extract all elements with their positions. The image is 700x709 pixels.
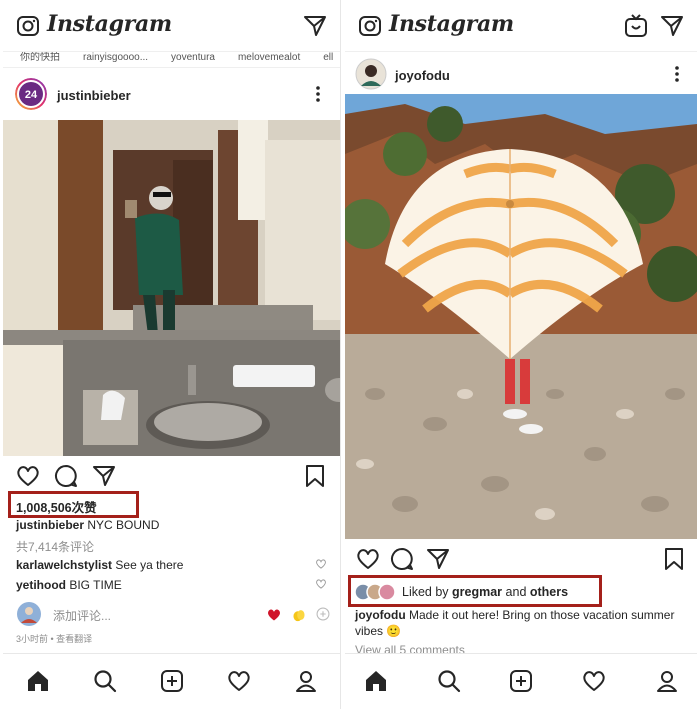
clap-emoji-icon[interactable]	[291, 607, 307, 623]
story-label[interactable]: rainyisgoooo...	[83, 52, 148, 64]
top-bar: Instagram	[3, 0, 340, 52]
highlight-box	[8, 491, 139, 518]
new-post-icon[interactable]	[508, 668, 534, 694]
highlight-box	[348, 575, 602, 607]
comment-like-icon[interactable]	[315, 558, 327, 570]
search-icon[interactable]	[92, 668, 118, 694]
avatar[interactable]	[355, 58, 387, 90]
like-heart-icon[interactable]	[15, 463, 41, 489]
profile-icon[interactable]	[293, 668, 319, 694]
bookmark-icon[interactable]	[302, 463, 328, 489]
comment-username[interactable]: karlawelchstylist	[16, 558, 112, 572]
comment-like-icon[interactable]	[315, 578, 327, 590]
view-comments-link[interactable]: 共7,414条评论	[16, 538, 94, 555]
add-emoji-icon[interactable]	[316, 607, 330, 621]
mirror-selfie-image	[3, 120, 340, 456]
bookmark-icon[interactable]	[661, 546, 687, 572]
direct-message-icon[interactable]	[302, 13, 328, 39]
comment-row: karlawelchstylist See ya there	[16, 558, 183, 572]
story-label[interactable]: ell	[323, 52, 333, 64]
comment-text: BIG TIME	[69, 578, 122, 592]
caption: joyofodu Made it out here! Bring on thos…	[355, 607, 690, 639]
share-icon[interactable]	[91, 463, 117, 489]
home-icon[interactable]	[25, 668, 51, 694]
add-comment-input[interactable]: 添加评论...	[53, 607, 111, 624]
heart-emoji-icon[interactable]	[266, 607, 282, 623]
left-phone-screen: Instagram 你的快拍 rainyisgoooo... yoventura me…	[3, 0, 341, 709]
comment-icon[interactable]	[53, 463, 79, 489]
activity-icon[interactable]	[581, 668, 607, 694]
caption-username[interactable]: justinbieber	[16, 518, 84, 532]
right-phone-screen: Instagram joyofodu Liked by gregmar and …	[345, 0, 697, 709]
caption: justinbieber NYC BOUND	[16, 518, 159, 532]
more-options-icon[interactable]	[667, 64, 687, 84]
stories-strip[interactable]: 你的快拍 rainyisgoooo... yoventura melovemealot…	[3, 52, 340, 68]
home-icon[interactable]	[363, 668, 389, 694]
like-heart-icon[interactable]	[355, 546, 381, 572]
story-label[interactable]: melovemealot	[238, 52, 300, 64]
post-photo[interactable]	[345, 94, 697, 539]
app-logo: Instagram	[47, 11, 172, 37]
activity-icon[interactable]	[226, 668, 252, 694]
story-label[interactable]: yoventura	[171, 52, 215, 64]
svg-text:24: 24	[25, 89, 38, 101]
more-options-icon[interactable]	[308, 84, 328, 104]
igtv-icon[interactable]	[623, 13, 649, 39]
camera-icon[interactable]	[357, 13, 383, 39]
direct-message-icon[interactable]	[659, 13, 685, 39]
comment-text: See ya there	[115, 558, 184, 572]
profile-icon[interactable]	[654, 668, 680, 694]
caption-text: NYC BOUND	[87, 518, 160, 532]
post-username[interactable]: joyofodu	[395, 68, 450, 83]
app-logo: Instagram	[389, 11, 514, 37]
post-username[interactable]: justinbieber	[57, 88, 131, 103]
search-icon[interactable]	[436, 668, 462, 694]
post-actions	[345, 546, 697, 576]
story-label[interactable]: 你的快拍	[20, 52, 60, 64]
post-photo[interactable]	[3, 120, 340, 456]
post-header: joyofodu	[345, 52, 697, 100]
top-bar: Instagram	[345, 0, 697, 52]
bottom-nav	[3, 653, 340, 709]
post-timestamp: 3小时前 • 查看翻译	[16, 634, 93, 644]
my-avatar	[17, 602, 41, 626]
caption-username[interactable]: joyofodu	[355, 608, 406, 622]
comment-row: yetihood BIG TIME	[16, 578, 122, 592]
camera-icon[interactable]	[15, 13, 41, 39]
comment-icon[interactable]	[389, 546, 415, 572]
comment-username[interactable]: yetihood	[16, 578, 66, 592]
avatar[interactable]: 24	[15, 78, 47, 110]
share-icon[interactable]	[425, 546, 451, 572]
post-header: 24 justinbieber	[3, 74, 340, 122]
new-post-icon[interactable]	[159, 668, 185, 694]
umbrella-beach-image	[345, 94, 697, 539]
post-actions	[3, 463, 340, 493]
bottom-nav	[345, 653, 697, 709]
